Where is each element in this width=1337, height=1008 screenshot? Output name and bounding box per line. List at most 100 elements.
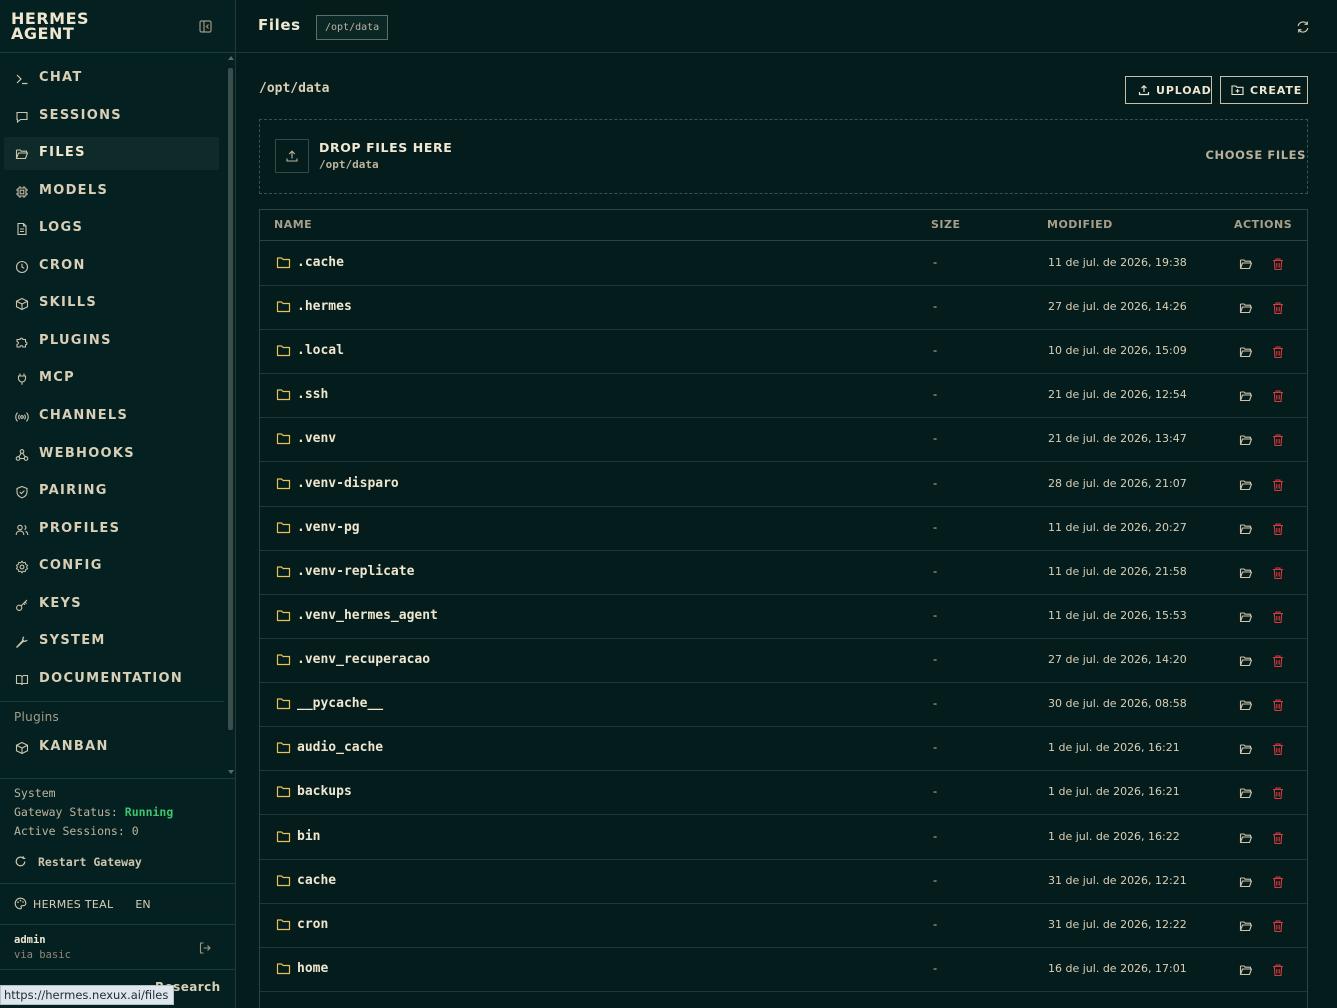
- scroll-down-arrow-icon[interactable]: [228, 770, 234, 774]
- open-folder-icon[interactable]: [1239, 653, 1253, 667]
- open-folder-icon[interactable]: [1239, 521, 1253, 535]
- file-name[interactable]: .venv: [297, 431, 336, 446]
- delete-icon[interactable]: [1271, 300, 1285, 315]
- open-folder-icon[interactable]: [1239, 741, 1253, 755]
- column-header-modified[interactable]: MODIFIED: [1047, 218, 1113, 231]
- delete-icon[interactable]: [1271, 830, 1285, 845]
- sidebar-item-profiles[interactable]: PROFILES: [4, 513, 219, 546]
- scroll-up-arrow-icon[interactable]: [228, 56, 234, 60]
- table-row[interactable]: __pycache__ - 30 de jul. de 2026, 08:58: [260, 683, 1307, 727]
- sidebar-item-chat[interactable]: CHAT: [4, 62, 219, 95]
- file-name[interactable]: cache: [297, 873, 336, 888]
- sidebar-item-config[interactable]: CONFIG: [4, 550, 219, 583]
- open-folder-icon[interactable]: [1239, 918, 1253, 932]
- delete-icon[interactable]: [1271, 388, 1285, 403]
- table-row[interactable]: .venv - 21 de jul. de 2026, 13:47: [260, 418, 1307, 462]
- palette-icon[interactable]: [14, 895, 27, 914]
- delete-icon[interactable]: [1271, 785, 1285, 800]
- delete-icon[interactable]: [1271, 653, 1285, 668]
- sidebar-item-files[interactable]: FILES: [4, 137, 219, 170]
- scrollbar-thumb[interactable]: [228, 68, 233, 730]
- restart-gateway-button[interactable]: Restart Gateway: [14, 852, 142, 872]
- sidebar-item-pairing[interactable]: PAIRING: [4, 475, 219, 508]
- delete-icon[interactable]: [1271, 918, 1285, 933]
- file-name[interactable]: .cache: [297, 255, 344, 270]
- open-folder-icon[interactable]: [1239, 477, 1253, 491]
- choose-files-button[interactable]: CHOOSE FILES: [1157, 148, 1307, 162]
- theme-selector[interactable]: HERMES TEAL: [33, 898, 113, 911]
- file-name[interactable]: __pycache__: [297, 696, 383, 711]
- delete-icon[interactable]: [1271, 697, 1285, 712]
- delete-icon[interactable]: [1271, 432, 1285, 447]
- sidebar-item-system[interactable]: SYSTEM: [4, 625, 219, 658]
- delete-icon[interactable]: [1271, 477, 1285, 492]
- open-folder-icon[interactable]: [1239, 962, 1253, 976]
- table-row[interactable]: .venv-disparo - 28 de jul. de 2026, 21:07: [260, 463, 1307, 507]
- delete-icon[interactable]: [1271, 741, 1285, 756]
- table-row[interactable]: .venv_hermes_agent - 11 de jul. de 2026, 1…: [260, 595, 1307, 639]
- logout-icon[interactable]: [198, 940, 212, 954]
- open-folder-icon[interactable]: [1239, 432, 1253, 446]
- file-name[interactable]: bin: [297, 829, 320, 844]
- open-folder-icon[interactable]: [1239, 565, 1253, 579]
- file-name[interactable]: cron: [297, 917, 328, 932]
- delete-icon[interactable]: [1271, 565, 1285, 580]
- column-header-name[interactable]: NAME: [274, 218, 312, 231]
- sidebar-item-skills[interactable]: SKILLS: [4, 287, 219, 320]
- brand-logo[interactable]: HERMES AGENT: [11, 11, 131, 42]
- create-button[interactable]: CREATE: [1220, 76, 1308, 104]
- table-row[interactable]: cache - 31 de jul. de 2026, 12:21: [260, 860, 1307, 904]
- sidebar-item-sessions[interactable]: SESSIONS: [4, 100, 219, 133]
- delete-icon[interactable]: [1271, 344, 1285, 359]
- open-folder-icon[interactable]: [1239, 697, 1253, 711]
- sidebar-item-keys[interactable]: KEYS: [4, 588, 219, 621]
- open-folder-icon[interactable]: [1239, 785, 1253, 799]
- language-selector[interactable]: EN: [135, 898, 150, 911]
- table-row[interactable]: .venv-pg - 11 de jul. de 2026, 20:27: [260, 507, 1307, 551]
- sidebar-collapse-icon[interactable]: [197, 18, 214, 35]
- sidebar-item-channels[interactable]: CHANNELS: [4, 400, 219, 433]
- delete-icon[interactable]: [1271, 256, 1285, 271]
- delete-icon[interactable]: [1271, 874, 1285, 889]
- table-row[interactable]: .venv-replicate - 11 de jul. de 2026, 21:5…: [260, 551, 1307, 595]
- file-name[interactable]: .hermes: [297, 299, 352, 314]
- open-folder-icon[interactable]: [1239, 609, 1253, 623]
- file-name[interactable]: .venv-pg: [297, 520, 360, 535]
- sidebar-item-cron[interactable]: CRON: [4, 250, 219, 283]
- file-name[interactable]: .venv_recuperacao: [297, 652, 430, 667]
- sidebar-item-webhooks[interactable]: WEBHOOKS: [4, 438, 219, 471]
- table-row[interactable]: home - 16 de jul. de 2026, 17:01: [260, 948, 1307, 992]
- open-folder-icon[interactable]: [1239, 830, 1253, 844]
- column-header-size[interactable]: SIZE: [931, 218, 961, 231]
- file-name[interactable]: .venv_hermes_agent: [297, 608, 438, 623]
- sidebar-item-plugins[interactable]: PLUGINS: [4, 325, 219, 358]
- open-folder-icon[interactable]: [1239, 256, 1253, 270]
- table-row[interactable]: .cache - 11 de jul. de 2026, 19:38: [260, 242, 1307, 286]
- table-row[interactable]: cron - 31 de jul. de 2026, 12:22: [260, 904, 1307, 948]
- delete-icon[interactable]: [1271, 521, 1285, 536]
- file-name[interactable]: audio_cache: [297, 740, 383, 755]
- refresh-icon[interactable]: [1296, 19, 1310, 33]
- file-name[interactable]: home: [297, 961, 328, 976]
- file-name[interactable]: .local: [297, 343, 344, 358]
- delete-icon[interactable]: [1271, 962, 1285, 977]
- table-row[interactable]: backups - 1 de jul. de 2026, 16:21: [260, 771, 1307, 815]
- file-name[interactable]: backups: [297, 784, 352, 799]
- file-name[interactable]: .venv-disparo: [297, 476, 399, 491]
- table-row[interactable]: .hermes - 27 de jul. de 2026, 14:26: [260, 286, 1307, 330]
- open-folder-icon[interactable]: [1239, 388, 1253, 402]
- open-folder-icon[interactable]: [1239, 874, 1253, 888]
- sidebar-item-models[interactable]: MODELS: [4, 175, 219, 208]
- table-row[interactable]: .venv_recuperacao - 27 de jul. de 2026, 14…: [260, 639, 1307, 683]
- open-folder-icon[interactable]: [1239, 300, 1253, 314]
- sidebar-item-kanban[interactable]: KANBAN: [4, 731, 219, 764]
- table-row[interactable]: .local - 10 de jul. de 2026, 15:09: [260, 330, 1307, 374]
- sidebar-item-mcp[interactable]: MCP: [4, 362, 219, 395]
- delete-icon[interactable]: [1271, 609, 1285, 624]
- dropzone[interactable]: DROP FILES HERE /opt/data CHOOSE FILES: [259, 119, 1308, 194]
- sidebar-item-documentation[interactable]: DOCUMENTATION: [4, 663, 219, 696]
- file-name[interactable]: .ssh: [297, 387, 328, 402]
- file-name[interactable]: .venv-replicate: [297, 564, 414, 579]
- table-row[interactable]: .ssh - 21 de jul. de 2026, 12:54: [260, 374, 1307, 418]
- sidebar-item-logs[interactable]: LOGS: [4, 212, 219, 245]
